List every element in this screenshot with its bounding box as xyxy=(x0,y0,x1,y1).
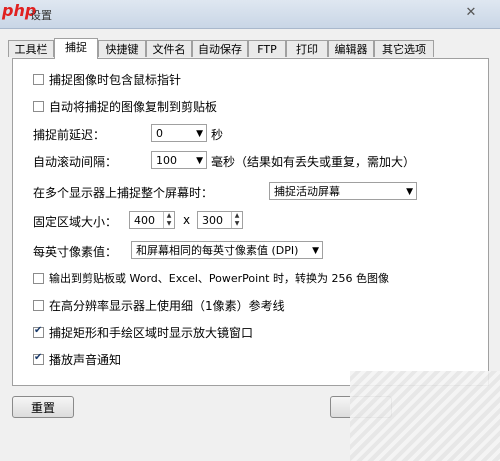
copy-clipboard-label: 自动将捕捉的图像复制到剪贴板 xyxy=(49,100,218,114)
region-height-value: 300 xyxy=(202,214,223,227)
copy-clipboard-checkbox[interactable] xyxy=(33,101,44,112)
include-cursor-checkbox[interactable] xyxy=(33,74,44,85)
settings-window: php 设置 ✕ 工具栏 捕捉 快捷键 文件名 自动保存 FTP 打印 编辑器 … xyxy=(0,0,500,461)
sound-checkbox[interactable] xyxy=(33,352,44,365)
delay-value: 0 xyxy=(156,127,163,140)
dpi-select[interactable]: 和屏幕相同的每英寸像素值 (DPI) ▼ xyxy=(131,241,323,259)
spinner-arrows-icon[interactable]: ▲ ▼ xyxy=(163,212,174,228)
multi-monitor-label: 在多个显示器上捕捉整个屏幕时： xyxy=(33,186,214,200)
scroll-interval-select[interactable]: 100 ▼ xyxy=(151,151,207,169)
delay-select[interactable]: 0 ▼ xyxy=(151,124,207,142)
sound-label: 播放声音通知 xyxy=(49,353,122,367)
multi-monitor-select[interactable]: 捕捉活动屏幕 ▼ xyxy=(269,182,417,200)
chevron-down-icon: ▼ xyxy=(312,246,319,256)
tab-print[interactable]: 打印 xyxy=(286,40,328,57)
capture-options-panel: 捕捉图像时包含鼠标指针 自动将捕捉的图像复制到剪贴板 捕捉前延迟： 0 ▼ 秒 … xyxy=(12,58,489,386)
magnifier-checkbox[interactable] xyxy=(33,325,44,338)
scroll-interval-value: 100 xyxy=(156,154,177,167)
region-height-input[interactable]: 300 ▲ ▼ xyxy=(197,211,243,229)
dpi-value: 和屏幕相同的每英寸像素值 (DPI) xyxy=(136,244,299,257)
tab-toolbar[interactable]: 工具栏 xyxy=(8,40,54,57)
delay-unit: 秒 xyxy=(211,128,224,142)
chevron-down-icon: ▼ xyxy=(196,156,203,166)
tab-other-options[interactable]: 其它选项 xyxy=(374,40,434,57)
thin-lines-label: 在高分辨率显示器上使用细（1像素）参考线 xyxy=(49,299,285,313)
tab-autosave[interactable]: 自动保存 xyxy=(192,40,248,57)
thin-lines-checkbox[interactable] xyxy=(33,300,44,311)
include-cursor-label: 捕捉图像时包含鼠标指针 xyxy=(49,73,182,87)
window-title: 设置 xyxy=(30,9,52,22)
region-width-input[interactable]: 400 ▲ ▼ xyxy=(129,211,175,229)
tab-filename[interactable]: 文件名 xyxy=(146,40,192,57)
chevron-down-icon: ▼ xyxy=(196,129,203,139)
region-x-label: x xyxy=(183,213,191,227)
watermark-overlay xyxy=(350,371,500,461)
multi-monitor-value: 捕捉活动屏幕 xyxy=(274,185,340,198)
region-width-value: 400 xyxy=(134,214,155,227)
delay-label: 捕捉前延迟： xyxy=(33,128,106,142)
tab-capture[interactable]: 捕捉 xyxy=(54,38,98,59)
tab-hotkeys[interactable]: 快捷键 xyxy=(98,40,146,57)
reset-button[interactable]: 重置 xyxy=(12,396,74,418)
convert-256-checkbox[interactable] xyxy=(33,273,44,284)
dpi-label: 每英寸像素值： xyxy=(33,245,118,259)
spinner-arrows-icon[interactable]: ▲ ▼ xyxy=(231,212,242,228)
magnifier-label: 捕捉矩形和手绘区域时显示放大镜窗口 xyxy=(49,326,254,340)
scroll-interval-label: 自动滚动间隔： xyxy=(33,155,118,169)
fixed-region-label: 固定区域大小： xyxy=(33,215,118,229)
tab-editor[interactable]: 编辑器 xyxy=(328,40,374,57)
chevron-down-icon: ▼ xyxy=(406,187,413,197)
convert-256-label: 输出到剪贴板或 Word、Excel、PowerPoint 时，转换为 256 … xyxy=(49,272,389,285)
tab-ftp[interactable]: FTP xyxy=(248,40,286,57)
close-button[interactable]: ✕ xyxy=(460,4,482,22)
scroll-interval-unit: 毫秒（结果如有丢失或重复，需加大） xyxy=(211,155,416,169)
title-bar: php 设置 ✕ xyxy=(0,0,500,29)
